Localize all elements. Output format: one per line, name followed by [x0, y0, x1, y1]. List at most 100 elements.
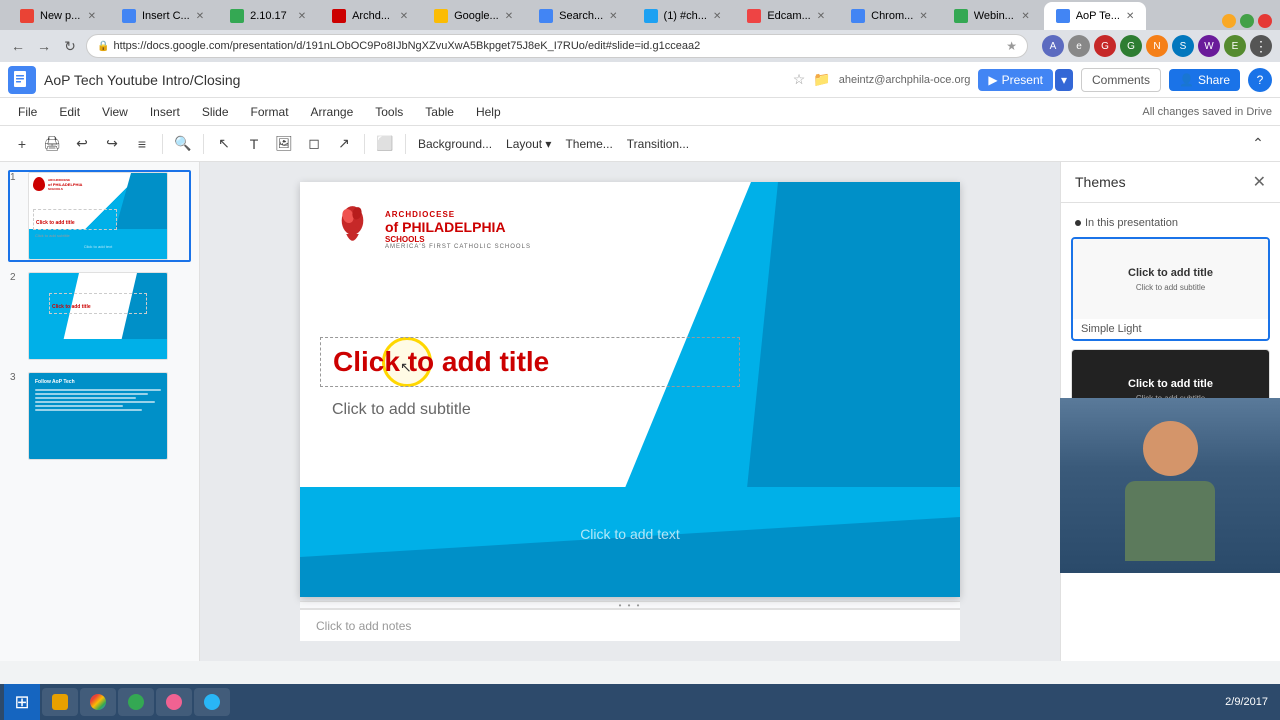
canvas-area[interactable]: ARCHDIOCESE of PHILADELPHIA SCHOOLS AMER… — [200, 162, 1060, 661]
tab-chrome-label: Chrom... — [871, 10, 913, 22]
toolbar-line-button[interactable]: ↗ — [330, 130, 358, 158]
tab-ver[interactable]: 2.10.17 ✕ — [218, 2, 318, 30]
bookmark-icon[interactable]: ★ — [1006, 39, 1017, 53]
slide-thumb-2[interactable]: 2 Click to add title — [8, 270, 191, 362]
tab-insert-close[interactable]: ✕ — [196, 11, 204, 22]
slide-bottom-text-box[interactable]: Click to add text — [300, 526, 960, 542]
toolbar-format-button[interactable]: ≡ — [128, 130, 156, 158]
tab-aop-close[interactable]: ✕ — [1126, 11, 1134, 22]
toolbar-textbox-button[interactable]: T — [240, 130, 268, 158]
tab-arch-close[interactable]: ✕ — [400, 11, 408, 22]
tab-gmail[interactable]: New p... ✕ — [8, 2, 108, 30]
minimize-button[interactable] — [1222, 14, 1236, 28]
extension-icon-7[interactable]: E — [1224, 35, 1246, 57]
logo-line1: ARCHDIOCESE — [385, 210, 531, 219]
menu-format[interactable]: Format — [241, 101, 299, 123]
extension-icon-4[interactable]: N — [1146, 35, 1168, 57]
start-button[interactable]: ⊞ — [4, 684, 40, 720]
slide-logo: ARCHDIOCESE of PHILADELPHIA SCHOOLS AMER… — [330, 202, 531, 257]
taskbar-chrome-2[interactable] — [118, 688, 154, 716]
taskbar-file-explorer[interactable] — [42, 688, 78, 716]
menu-tools[interactable]: Tools — [365, 101, 413, 123]
tab-search-close[interactable]: ✕ — [609, 11, 617, 22]
menu-table[interactable]: Table — [415, 101, 464, 123]
profile-icon[interactable]: A — [1042, 35, 1064, 57]
toolbar-add-button[interactable]: + — [8, 130, 36, 158]
tab-chrome[interactable]: Chrom... ✕ — [839, 2, 940, 30]
present-button[interactable]: ▶ Present — [978, 69, 1053, 91]
star-icon[interactable]: ☆ — [793, 71, 806, 88]
share-button[interactable]: 👤 Share — [1169, 69, 1240, 91]
tab-gmail-close[interactable]: ✕ — [88, 11, 96, 22]
toolbar-comments-inline-button[interactable]: ⬜ — [371, 130, 399, 158]
tab-google[interactable]: Google... ✕ — [422, 2, 525, 30]
themes-close-button[interactable]: ✕ — [1253, 172, 1266, 192]
toolbar-transition-dropdown[interactable]: Transition... — [621, 135, 695, 153]
menu-insert[interactable]: Insert — [140, 101, 190, 123]
tab-arch[interactable]: Archd... ✕ — [320, 2, 420, 30]
toolbar-zoom-button[interactable]: 🔍 — [169, 130, 197, 158]
theme-simple-light[interactable]: Click to add title Click to add subtitle… — [1071, 237, 1270, 341]
menu-edit[interactable]: Edit — [49, 101, 90, 123]
tab-search[interactable]: Search... ✕ — [527, 2, 629, 30]
slide-title-box[interactable]: Click to add title — [320, 337, 740, 387]
help-button[interactable]: ? — [1248, 68, 1272, 92]
extension-icon-2[interactable]: G — [1094, 35, 1116, 57]
toolbar-shape-button[interactable]: ◻ — [300, 130, 328, 158]
tab-arch-label: Archd... — [352, 10, 390, 22]
menu-file[interactable]: File — [8, 101, 47, 123]
address-bar[interactable]: 🔒 https://docs.google.com/presentation/d… — [86, 34, 1028, 58]
menu-slide[interactable]: Slide — [192, 101, 239, 123]
toolbar-print-button[interactable]: 🖨 — [38, 130, 66, 158]
tab-chrome-close[interactable]: ✕ — [919, 11, 927, 22]
slide-thumb-3[interactable]: 3 Follow AoP Tech — [8, 370, 191, 462]
toolbar-image-button[interactable]: 🖼 — [270, 130, 298, 158]
slide-thumb-1[interactable]: 1 ARCHDIOCESE of PHILADELPHIA SCHOOLS — [8, 170, 191, 262]
notes-resize-handle[interactable]: • • • — [300, 601, 960, 609]
extension-icon-1[interactable]: e — [1068, 35, 1090, 57]
comments-button[interactable]: Comments — [1081, 68, 1161, 92]
menu-view[interactable]: View — [92, 101, 138, 123]
present-dropdown-button[interactable]: ▾ — [1055, 69, 1073, 91]
toolbar-redo-button[interactable]: ↪ — [98, 130, 126, 158]
slide-subtitle-box[interactable]: Click to add subtitle — [320, 397, 740, 423]
close-button[interactable] — [1258, 14, 1272, 28]
tab-edcam-close[interactable]: ✕ — [817, 11, 825, 22]
slide-title-text: Click to add title — [333, 346, 549, 377]
chrome-menu-icon[interactable]: ⋮ — [1250, 35, 1272, 57]
taskbar-itunes[interactable] — [156, 688, 192, 716]
search-favicon — [539, 9, 553, 23]
maximize-button[interactable] — [1240, 14, 1254, 28]
tab-webinar[interactable]: Webin... ✕ — [942, 2, 1042, 30]
extension-icon-6[interactable]: W — [1198, 35, 1220, 57]
tab-twitter-close[interactable]: ✕ — [713, 11, 721, 22]
tab-webinar-close[interactable]: ✕ — [1021, 11, 1029, 22]
tab-aop[interactable]: AoP Te... ✕ — [1044, 2, 1147, 30]
slide-num-1: 1 — [10, 172, 22, 183]
menu-help[interactable]: Help — [466, 101, 511, 123]
tab-google-close[interactable]: ✕ — [505, 11, 513, 22]
toolbar-undo-button[interactable]: ↩ — [68, 130, 96, 158]
back-button[interactable]: ← — [8, 36, 28, 56]
toolbar-collapse-button[interactable]: ⌃ — [1244, 130, 1272, 158]
tab-insert[interactable]: Insert C... ✕ — [110, 2, 216, 30]
menu-arrange[interactable]: Arrange — [301, 101, 364, 123]
toolbar-select-button[interactable]: ↖ — [210, 130, 238, 158]
taskbar-chrome-1[interactable] — [80, 688, 116, 716]
notes-area[interactable]: Click to add notes — [300, 609, 960, 641]
folder-icon[interactable]: 📁 — [813, 71, 830, 88]
tab-edcam[interactable]: Edcam... ✕ — [735, 2, 837, 30]
tab-edcam-label: Edcam... — [767, 10, 810, 22]
toolbar-background-dropdown[interactable]: Background... — [412, 135, 498, 153]
extension-icon-3[interactable]: G — [1120, 35, 1142, 57]
forward-button[interactable]: → — [34, 36, 54, 56]
reload-button[interactable]: ↻ — [60, 36, 80, 56]
extension-icon-5[interactable]: S — [1172, 35, 1194, 57]
toolbar-theme-dropdown[interactable]: Theme... — [559, 135, 618, 153]
taskbar-other[interactable] — [194, 688, 230, 716]
tab-ver-close[interactable]: ✕ — [298, 11, 306, 22]
toolbar-layout-dropdown[interactable]: Layout ▾ — [500, 135, 557, 153]
tab-twitter[interactable]: (1) #ch... ✕ — [632, 2, 734, 30]
tab-search-label: Search... — [559, 10, 603, 22]
main-slide-canvas[interactable]: ARCHDIOCESE of PHILADELPHIA SCHOOLS AMER… — [300, 182, 960, 597]
